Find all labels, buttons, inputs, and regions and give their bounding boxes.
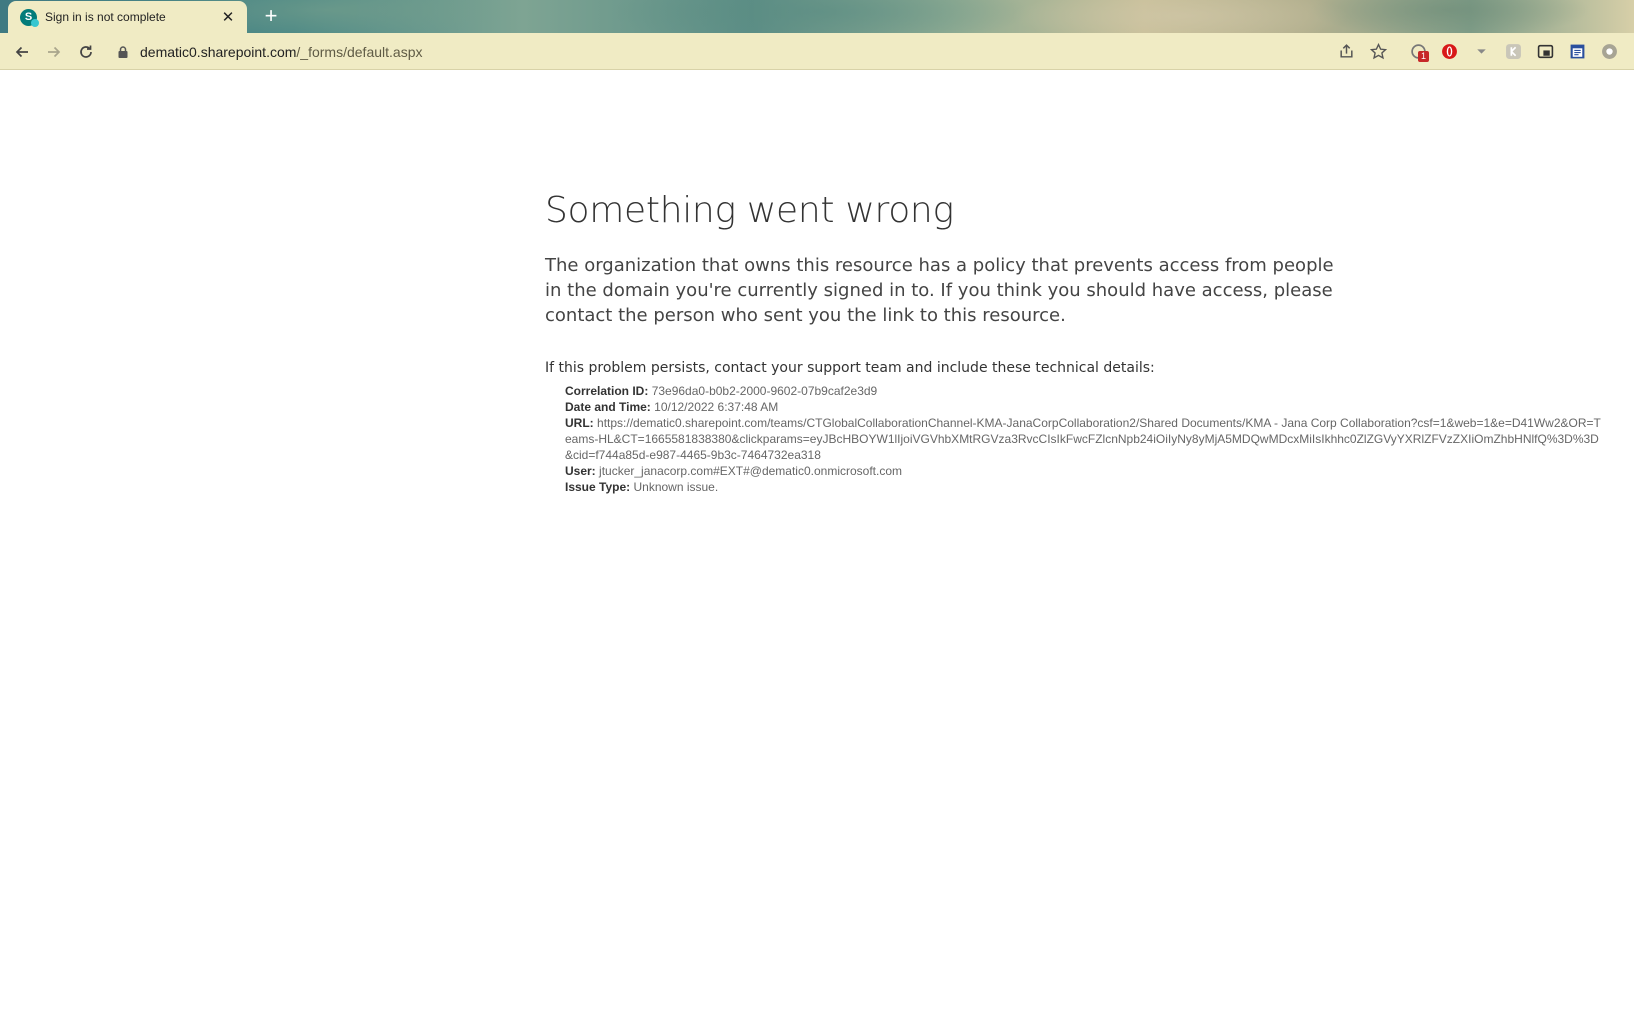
dropdown-arrow-icon[interactable]	[1472, 42, 1490, 60]
sharepoint-favicon-icon: S	[20, 8, 39, 27]
user-row: User: jtucker_janacorp.com#EXT#@dematic0…	[565, 463, 1605, 479]
profile-icon[interactable]	[1600, 42, 1618, 60]
url-row: URL: https://dematic0.sharepoint.com/tea…	[565, 415, 1605, 463]
url-label: URL:	[565, 416, 594, 430]
url-text[interactable]: dematic0.sharepoint.com/_forms/default.a…	[140, 44, 422, 60]
url-value: https://dematic0.sharepoint.com/teams/CT…	[565, 416, 1601, 462]
user-value: jtucker_janacorp.com#EXT#@dematic0.onmic…	[599, 464, 903, 478]
page-title: Something went wrong	[545, 190, 954, 231]
correlation-id-label: Correlation ID:	[565, 384, 649, 398]
star-bookmark-icon[interactable]	[1369, 42, 1387, 60]
back-arrow-icon	[15, 46, 28, 58]
reload-button[interactable]	[73, 39, 99, 65]
problem-persists-text: If this problem persists, contact your s…	[545, 360, 1155, 376]
share-icon[interactable]	[1337, 42, 1355, 60]
issue-type-row: Issue Type: Unknown issue.	[565, 479, 1605, 495]
extension-k-icon[interactable]	[1504, 42, 1522, 60]
address-bar[interactable]: dematic0.sharepoint.com/_forms/default.a…	[110, 37, 1630, 66]
correlation-id-row: Correlation ID: 73e96da0-b0b2-2000-9602-…	[565, 383, 1605, 399]
user-label: User:	[565, 464, 596, 478]
browser-toolbar: dematic0.sharepoint.com/_forms/default.a…	[0, 33, 1634, 70]
browser-tab-active[interactable]: S Sign in is not complete ✕	[8, 1, 247, 33]
date-time-value: 10/12/2022 6:37:48 AM	[654, 400, 779, 414]
extension-badge: 1	[1418, 51, 1430, 62]
back-button[interactable]	[9, 39, 35, 65]
tab-strip: S Sign in is not complete ✕ +	[0, 0, 1634, 33]
extension-window-icon[interactable]	[1536, 42, 1554, 60]
extension-calendar-icon[interactable]	[1568, 42, 1586, 60]
new-tab-button[interactable]: +	[259, 4, 283, 28]
extension-icon[interactable]: 1	[1409, 42, 1430, 62]
lock-icon[interactable]	[116, 45, 130, 59]
tab-title: Sign in is not complete	[45, 10, 166, 24]
forward-arrow-icon	[48, 46, 61, 58]
error-message: The organization that owns this resource…	[545, 255, 1334, 326]
opera-icon[interactable]	[1440, 42, 1458, 60]
issue-type-label: Issue Type:	[565, 480, 631, 494]
date-time-row: Date and Time: 10/12/2022 6:37:48 AM	[565, 399, 1605, 415]
tab-close-icon[interactable]: ✕	[219, 8, 237, 26]
forward-button[interactable]	[41, 39, 67, 65]
issue-type-value: Unknown issue.	[633, 480, 719, 494]
url-path: /_forms/default.aspx	[296, 43, 423, 60]
correlation-id-value: 73e96da0-b0b2-2000-9602-07b9caf2e3d9	[651, 384, 878, 398]
technical-details: Correlation ID: 73e96da0-b0b2-2000-9602-…	[565, 383, 1605, 495]
url-host: dematic0.sharepoint.com	[140, 43, 297, 60]
date-time-label: Date and Time:	[565, 400, 651, 414]
error-page: Something went wrong The organization th…	[545, 190, 1605, 495]
reload-icon	[80, 45, 92, 58]
